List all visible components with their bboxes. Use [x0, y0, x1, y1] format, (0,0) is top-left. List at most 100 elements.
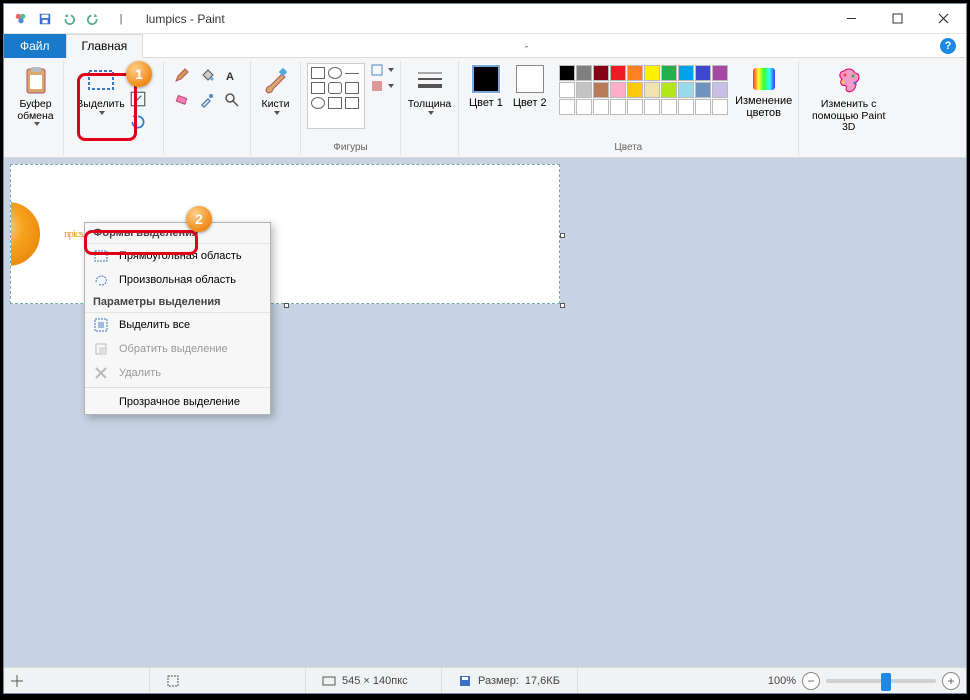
select-rect-icon	[85, 65, 117, 97]
color-swatch[interactable]	[559, 65, 575, 81]
shape-outline-button[interactable]	[370, 63, 394, 77]
menu-item-transparent[interactable]: Прозрачное выделение	[85, 390, 270, 414]
menu-item-invert[interactable]: Обратить выделение	[85, 337, 270, 361]
canvas-area[interactable]: npics.ru Формы выделения Прямоугольная о…	[4, 158, 966, 667]
zoom-slider-thumb[interactable]	[881, 673, 891, 691]
resize-handle[interactable]	[560, 233, 565, 238]
group-brushes: Кисти	[251, 61, 301, 155]
color-swatch[interactable]	[610, 82, 626, 98]
color-swatch[interactable]	[627, 65, 643, 81]
svg-text:A: A	[226, 71, 234, 83]
chevron-down-icon	[428, 111, 434, 115]
invert-icon	[93, 341, 109, 357]
color-swatch[interactable]	[661, 65, 677, 81]
close-button[interactable]	[920, 4, 966, 34]
resize-handle[interactable]	[284, 303, 289, 308]
color-swatch[interactable]	[644, 82, 660, 98]
annotation-badge-1: 1	[126, 61, 152, 87]
color-swatch[interactable]	[559, 82, 575, 98]
pencil-icon[interactable]	[170, 63, 194, 87]
zoom-icon[interactable]	[220, 88, 244, 112]
zoom-out-button[interactable]: −	[802, 672, 820, 690]
menu-label: Удалить	[119, 367, 161, 379]
color-swatch[interactable]	[576, 65, 592, 81]
color-swatch[interactable]	[576, 82, 592, 98]
color-swatch[interactable]	[678, 82, 694, 98]
status-filesize: Размер: 17,6КБ	[458, 668, 578, 693]
tab-home[interactable]: Главная	[66, 34, 144, 58]
quick-access-toolbar: |	[4, 8, 142, 30]
resize-icon[interactable]	[129, 90, 147, 111]
zoom-in-button[interactable]: +	[942, 672, 960, 690]
color-swatch[interactable]	[712, 65, 728, 81]
thickness-label: Толщина	[408, 99, 451, 111]
tab-file[interactable]: Файл	[4, 34, 66, 58]
color-swatch[interactable]	[627, 99, 643, 115]
menu-item-free-selection[interactable]: Произвольная область	[85, 268, 270, 292]
undo-icon[interactable]	[58, 8, 80, 30]
thickness-button[interactable]: Толщина	[406, 63, 454, 117]
dimensions-icon	[322, 674, 336, 688]
brushes-label: Кисти	[262, 99, 290, 111]
rotate-icon[interactable]	[129, 113, 147, 134]
color-swatch[interactable]	[559, 99, 575, 115]
color-swatch[interactable]	[678, 99, 694, 115]
minimize-button[interactable]	[828, 4, 874, 34]
color1-button[interactable]: Цвет 1	[465, 63, 507, 111]
brushes-button[interactable]: Кисти	[252, 63, 300, 117]
color-swatch[interactable]	[661, 82, 677, 98]
redo-icon[interactable]	[82, 8, 104, 30]
menu-item-rect-selection[interactable]: Прямоугольная область	[85, 244, 270, 268]
color-swatch[interactable]	[644, 99, 660, 115]
color-swatch[interactable]	[576, 99, 592, 115]
collapse-ribbon-icon[interactable]: ˆ	[525, 45, 529, 57]
menu-label: Выделить все	[119, 319, 190, 331]
bucket-icon[interactable]	[195, 63, 219, 87]
status-selection	[166, 668, 306, 693]
selection-icon	[166, 674, 180, 688]
text-icon[interactable]: A	[220, 63, 244, 87]
color-swatch[interactable]	[712, 99, 728, 115]
color-swatch[interactable]	[678, 65, 694, 81]
select-button[interactable]: Выделить	[77, 63, 125, 117]
status-dimensions: 545 × 140пкс	[322, 668, 442, 693]
menu-label: Обратить выделение	[119, 343, 228, 355]
status-size-value: 17,6КБ	[525, 675, 560, 687]
color-swatch[interactable]	[610, 65, 626, 81]
color-swatch[interactable]	[610, 99, 626, 115]
maximize-button[interactable]	[874, 4, 920, 34]
color-palette[interactable]	[559, 65, 728, 115]
group-paint3d: Изменить с помощью Paint 3D	[799, 61, 899, 155]
shapes-gallery[interactable]	[307, 63, 365, 129]
color2-button[interactable]: Цвет 2	[509, 63, 551, 111]
color-swatch[interactable]	[644, 65, 660, 81]
color-swatch[interactable]	[593, 82, 609, 98]
dropper-icon[interactable]	[195, 88, 219, 112]
color-swatch[interactable]	[593, 99, 609, 115]
color-swatch[interactable]	[661, 99, 677, 115]
edit-colors-button[interactable]: Изменение цветов	[736, 63, 792, 121]
color-swatch[interactable]	[695, 82, 711, 98]
color-swatch[interactable]	[593, 65, 609, 81]
help-icon[interactable]: ?	[940, 38, 956, 54]
color-swatch[interactable]	[712, 82, 728, 98]
eraser-icon[interactable]	[170, 88, 194, 112]
menu-item-select-all[interactable]: Выделить все	[85, 313, 270, 337]
paste-button[interactable]: Буфер обмена	[12, 63, 60, 128]
save-icon[interactable]	[34, 8, 56, 30]
crosshair-icon	[10, 674, 24, 688]
color-swatch[interactable]	[627, 82, 643, 98]
menu-label: Произвольная область	[119, 274, 236, 286]
shapes-group-label: Фигуры	[307, 142, 394, 155]
color-swatch[interactable]	[695, 99, 711, 115]
menu-item-delete[interactable]: Удалить	[85, 361, 270, 385]
zoom-value: 100%	[768, 675, 796, 687]
shape-fill-button[interactable]	[370, 79, 394, 93]
zoom-slider[interactable]	[826, 679, 936, 683]
delete-icon	[93, 365, 109, 381]
color-swatch[interactable]	[695, 65, 711, 81]
group-thickness: Толщина	[401, 61, 459, 155]
resize-handle[interactable]	[560, 303, 565, 308]
paint3d-button[interactable]: Изменить с помощью Paint 3D	[803, 63, 895, 136]
zoom-control: 100% − +	[768, 672, 960, 690]
